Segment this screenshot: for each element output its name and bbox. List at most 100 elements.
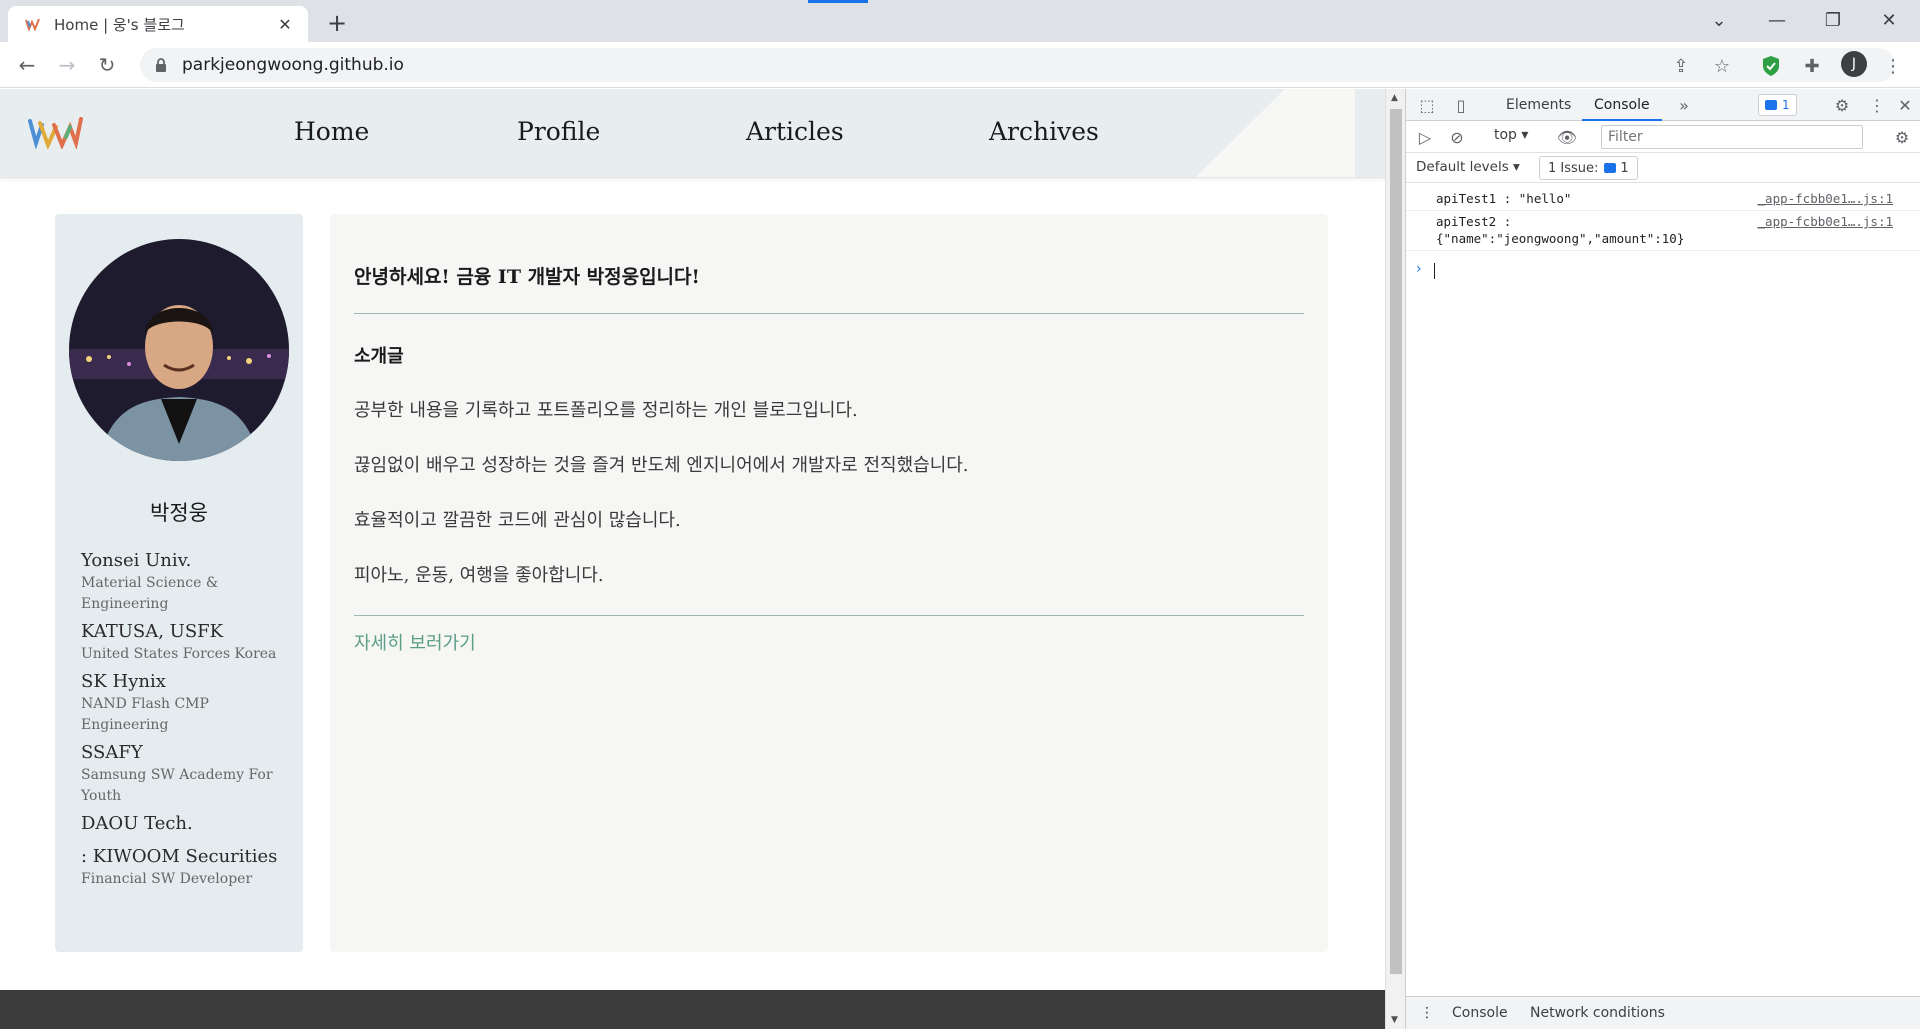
browser-toolbar: ← → ↻ parkjeongwoong.github.io ⇪ ☆ ✚ ⋮ xyxy=(0,42,1920,88)
intro-paragraph: 끊임없이 배우고 성장하는 것을 즐겨 반도체 엔지니어에서 개발자로 전직했습… xyxy=(354,455,969,476)
kebab-menu-icon[interactable]: ⋮ xyxy=(1880,53,1906,79)
browser-titlebar: Home | 웅's 블로그 ✕ + ⌄ — ❐ ✕ xyxy=(0,0,1920,42)
console-levels-bar: Default levels ▾ 1 Issue: 1 xyxy=(1406,153,1920,183)
career-title: SSAFY xyxy=(81,742,143,763)
window-close-icon[interactable]: ✕ xyxy=(1861,0,1917,40)
nav-profile[interactable]: Profile xyxy=(517,117,600,146)
greeting-heading: 안녕하세요! 금융 IT 개발자 박정웅입니다! xyxy=(354,266,700,288)
profile-photo xyxy=(69,239,289,461)
log-source-link[interactable]: _app-fcbb0e1….js:1 xyxy=(1758,214,1893,229)
drawer-menu-icon[interactable]: ⋮ xyxy=(1420,1005,1434,1021)
issues-button[interactable]: 1 Issue: 1 xyxy=(1539,156,1638,180)
browser-tab[interactable]: Home | 웅's 블로그 ✕ xyxy=(8,6,308,42)
intro-heading: 소개글 xyxy=(354,346,404,367)
drawer-tab-console[interactable]: Console xyxy=(1452,1005,1508,1021)
tab-close-icon[interactable]: ✕ xyxy=(274,13,296,35)
filter-input[interactable] xyxy=(1601,125,1863,149)
message-icon xyxy=(1765,100,1777,110)
nav-articles[interactable]: Articles xyxy=(746,117,844,146)
sidebar-toggle-icon[interactable]: ▷ xyxy=(1414,126,1436,148)
lock-icon xyxy=(156,58,166,72)
profile-sidebar: 박정웅 Yonsei Univ. Material Science & Engi… xyxy=(55,214,303,952)
scroll-down-arrow-icon[interactable]: ▼ xyxy=(1391,1015,1398,1025)
inspect-icon[interactable]: ⬚ xyxy=(1416,94,1438,116)
favicon-logo-icon xyxy=(25,18,40,32)
career-list: Yonsei Univ. Material Science & Engineer… xyxy=(81,549,296,895)
address-bar[interactable]: parkjeongwoong.github.io xyxy=(140,48,1895,82)
career-title: Yonsei Univ. xyxy=(81,550,192,571)
devtools-tab-bar: ⬚ ▯ Elements Console » 1 ⚙ ⋮ ✕ xyxy=(1406,89,1920,121)
profile-avatar[interactable]: J xyxy=(1841,51,1867,77)
devtools-close-icon[interactable]: ✕ xyxy=(1894,94,1916,116)
site-header: Home Profile Articles Archives xyxy=(0,89,1385,178)
message-icon xyxy=(1604,163,1617,173)
console-log-row: apiTest1 : "hello" _app-fcbb0e1….js:1 xyxy=(1406,189,1920,211)
console-input[interactable] xyxy=(1434,263,1435,279)
scrollbar-thumb[interactable] xyxy=(1390,109,1402,974)
tab-search-chevron-icon[interactable]: ⌄ xyxy=(1691,0,1747,40)
puzzle-icon[interactable]: ✚ xyxy=(1799,53,1825,79)
tab-strip-indicator xyxy=(808,0,868,3)
devtools-menu-icon[interactable]: ⋮ xyxy=(1866,94,1888,116)
intro-paragraph: 효율적이고 깔끔한 코드에 관심이 많습니다. xyxy=(354,510,681,531)
page-viewport: Home Profile Articles Archives 박정웅 Yonse… xyxy=(0,89,1385,1029)
career-subtitle: Financial SW Developer xyxy=(81,871,253,887)
tab-title: Home | 웅's 블로그 xyxy=(54,15,185,34)
page-scrollbar[interactable]: ▲ ▼ xyxy=(1385,89,1405,1029)
intro-paragraph: 공부한 내용을 기록하고 포트폴리오를 정리하는 개인 블로그입니다. xyxy=(354,400,858,421)
levels-dropdown[interactable]: Default levels ▾ xyxy=(1416,159,1520,175)
console-log-row: apiTest2 : {"name":"jeongwoong","amount"… xyxy=(1406,211,1920,251)
url-text: parkjeongwoong.github.io xyxy=(182,55,404,75)
read-more-link[interactable]: 자세히 보러가기 xyxy=(354,629,476,655)
intro-content: 안녕하세요! 금융 IT 개발자 박정웅입니다! 소개글 공부한 내용을 기록하… xyxy=(330,214,1328,952)
career-title: : KIWOOM Securities xyxy=(81,846,278,867)
career-title: SK Hynix xyxy=(81,671,166,692)
issues-label: 1 Issue: xyxy=(1548,160,1599,176)
devtools-drawer: ⋮ Console Network conditions xyxy=(1406,996,1920,1029)
career-subtitle: NAND Flash CMP Engineering xyxy=(81,696,209,733)
issues-badge[interactable]: 1 xyxy=(1758,94,1797,116)
eye-icon[interactable]: 👁 xyxy=(1556,126,1578,148)
divider xyxy=(354,615,1304,616)
career-title: DAOU Tech. xyxy=(81,813,193,834)
more-tabs-chevron-icon[interactable]: » xyxy=(1673,94,1695,116)
log-source-link[interactable]: _app-fcbb0e1….js:1 xyxy=(1758,191,1893,206)
back-icon[interactable]: ← xyxy=(12,50,42,80)
header-decoration xyxy=(1196,89,1355,177)
context-label: top xyxy=(1494,127,1517,143)
log-message-object: {"name":"jeongwoong","amount":10} xyxy=(1436,231,1685,246)
devtools-panel: ⬚ ▯ Elements Console » 1 ⚙ ⋮ ✕ ▷ ⊘ top ▾… xyxy=(1405,89,1920,1029)
device-toolbar-icon[interactable]: ▯ xyxy=(1450,94,1472,116)
restore-icon[interactable]: ❐ xyxy=(1805,0,1861,40)
issues-count: 1 xyxy=(1782,98,1790,112)
levels-label: Default levels xyxy=(1416,159,1509,175)
star-icon[interactable]: ☆ xyxy=(1709,53,1735,79)
site-footer xyxy=(0,990,1385,1029)
tab-elements[interactable]: Elements xyxy=(1506,89,1571,121)
tab-console[interactable]: Console xyxy=(1582,89,1662,121)
gear-icon[interactable]: ⚙ xyxy=(1831,94,1853,116)
intro-paragraph: 피아노, 운동, 여행을 좋아합니다. xyxy=(354,565,604,586)
issue-count: 1 xyxy=(1620,160,1629,176)
nav-archives[interactable]: Archives xyxy=(989,117,1099,146)
career-subtitle: Samsung SW Academy For Youth xyxy=(81,767,273,804)
context-select[interactable]: top ▾ xyxy=(1494,127,1528,143)
scroll-up-arrow-icon[interactable]: ▲ xyxy=(1391,93,1398,103)
new-tab-plus-icon[interactable]: + xyxy=(322,8,352,38)
divider xyxy=(354,313,1304,314)
career-subtitle: Material Science & Engineering xyxy=(81,575,219,612)
career-subtitle: United States Forces Korea xyxy=(81,646,277,662)
reload-icon[interactable]: ↻ xyxy=(92,50,122,80)
minimize-icon[interactable]: — xyxy=(1749,0,1805,40)
nav-home[interactable]: Home xyxy=(294,117,369,146)
forward-icon[interactable]: → xyxy=(52,50,82,80)
console-toolbar: ▷ ⊘ top ▾ 👁 ⚙ xyxy=(1406,121,1920,153)
profile-name: 박정웅 xyxy=(150,501,208,525)
shield-extension-icon[interactable] xyxy=(1758,53,1784,79)
site-logo[interactable] xyxy=(26,113,84,149)
clear-console-icon[interactable]: ⊘ xyxy=(1446,126,1468,148)
console-settings-gear-icon[interactable]: ⚙ xyxy=(1891,126,1913,148)
share-icon[interactable]: ⇪ xyxy=(1668,53,1694,79)
drawer-tab-network-conditions[interactable]: Network conditions xyxy=(1530,1005,1665,1021)
log-message: apiTest2 : xyxy=(1436,214,1512,229)
